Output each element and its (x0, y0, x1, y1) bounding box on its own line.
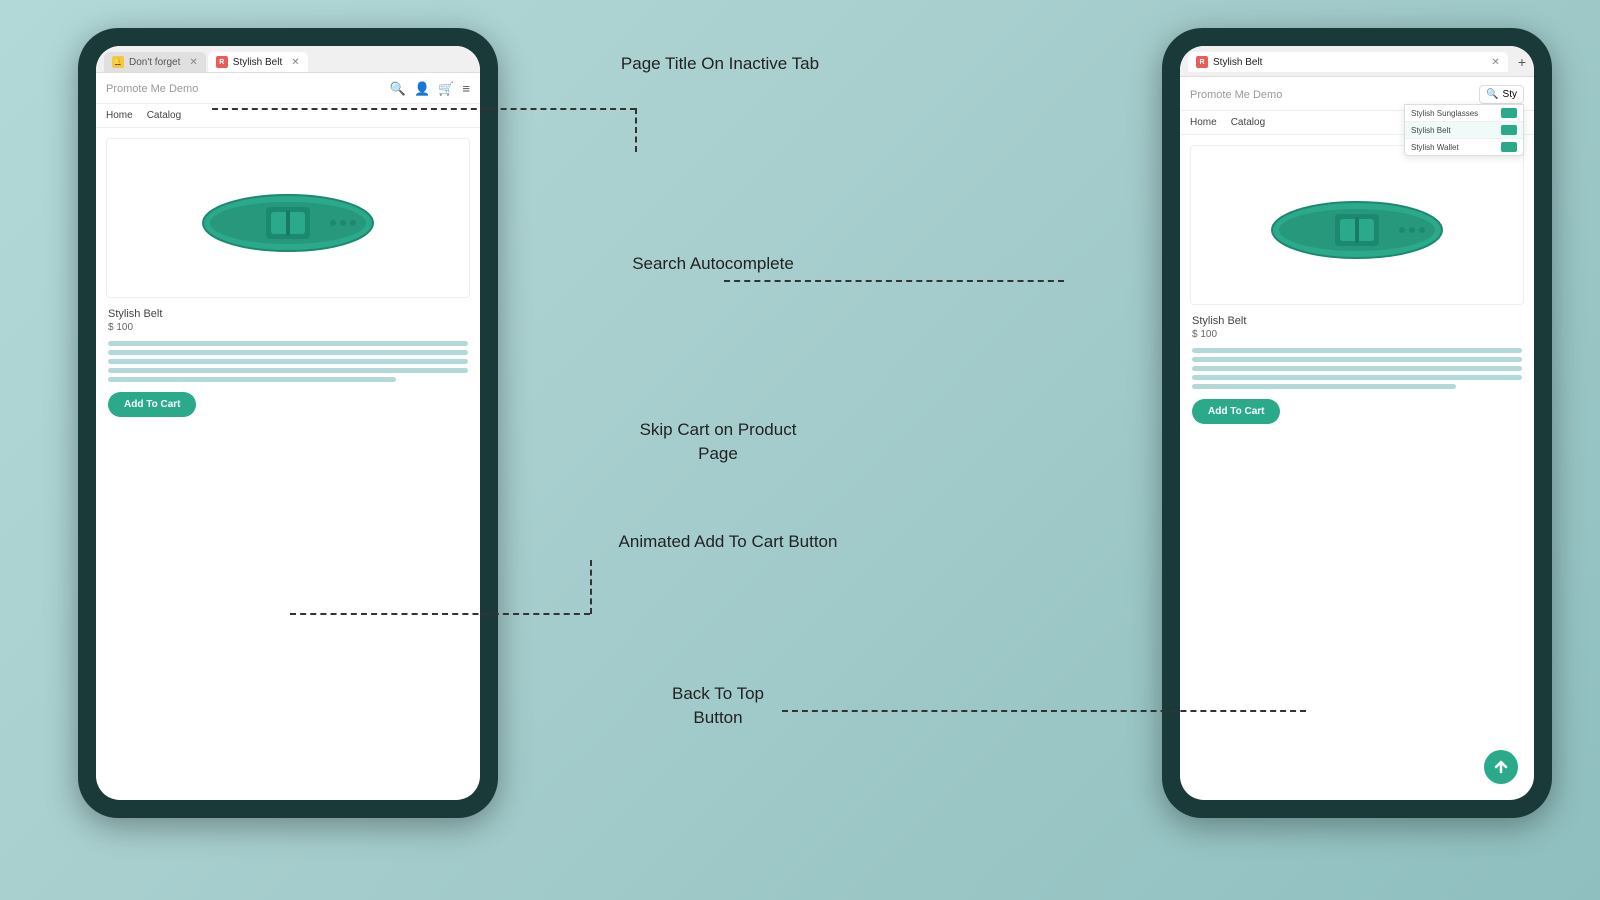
right-browser-bar: R Stylish Belt ✕ + (1180, 46, 1534, 77)
left-phone-screen: 🔔 Don't forget ✕ R Stylish Belt ✕ Promot… (96, 46, 480, 800)
left-product-price: $ 100 (108, 322, 468, 333)
left-browser-bar: 🔔 Don't forget ✕ R Stylish Belt ✕ (96, 46, 480, 73)
left-add-to-cart-button[interactable]: Add To Cart (108, 392, 196, 417)
dashed-line-page-title (212, 108, 636, 110)
right-desc-line-1 (1192, 348, 1522, 353)
new-tab-button[interactable]: + (1518, 54, 1526, 70)
annotation-animated-add: Animated Add To Cart Button (618, 530, 838, 554)
left-tab-dont-forget[interactable]: 🔔 Don't forget ✕ (104, 52, 206, 72)
right-desc-line-5 (1192, 384, 1456, 389)
annotation-back-to-top: Back To TopButton (618, 682, 818, 730)
right-site-header: Promote Me Demo 🔍 Sty Stylish Sunglasses… (1180, 77, 1534, 111)
right-nav-catalog[interactable]: Catalog (1231, 117, 1265, 128)
left-desc-line-5 (108, 377, 396, 382)
left-belt-image (188, 173, 388, 263)
search-suggestion-sunglasses[interactable]: Stylish Sunglasses (1405, 105, 1523, 122)
dashed-line-add-to-cart-v (590, 560, 592, 614)
left-desc-line-2 (108, 350, 468, 355)
dashed-line-page-title-v (635, 108, 637, 152)
search-suggestion-wallet[interactable]: Stylish Wallet (1405, 139, 1523, 155)
left-tab1-label: Don't forget (129, 57, 180, 68)
left-product-title: Stylish Belt (108, 308, 468, 320)
right-desc-line-2 (1192, 357, 1522, 362)
right-desc-line-3 (1192, 366, 1522, 371)
right-phone: R Stylish Belt ✕ + Promote Me Demo 🔍 Sty… (1162, 28, 1552, 818)
left-product-image-box (106, 138, 470, 298)
right-tab1-label: Stylish Belt (1213, 57, 1262, 68)
sunglass-thumb (1501, 108, 1517, 118)
right-desc-line-4 (1192, 375, 1522, 380)
annotation-skip-cart: Skip Cart on Product Page (618, 418, 818, 466)
left-tab1-close[interactable]: ✕ (185, 57, 197, 68)
left-desc-line-3 (108, 359, 468, 364)
right-site-logo: Promote Me Demo (1190, 89, 1282, 101)
right-tab1-close[interactable]: ✕ (1487, 57, 1499, 68)
belt-thumb (1501, 125, 1517, 135)
left-phone: 🔔 Don't forget ✕ R Stylish Belt ✕ Promot… (78, 28, 498, 818)
search-icon-sm: 🔍 (1486, 89, 1498, 100)
right-nav-home[interactable]: Home (1190, 117, 1217, 128)
search-current-value: Sty (1503, 89, 1517, 100)
arrow-up-icon (1492, 758, 1510, 776)
search-autocomplete-dropdown: Stylish Sunglasses Stylish Belt Stylish … (1404, 104, 1524, 156)
left-site-logo: Promote Me Demo (106, 83, 198, 95)
wallet-thumb (1501, 142, 1517, 152)
left-nav-home[interactable]: Home (106, 110, 133, 121)
left-tab2-icon: R (216, 56, 228, 68)
left-site-header: Promote Me Demo 🔍 👤 🛒 ≡ (96, 73, 480, 104)
right-desc-lines (1192, 348, 1522, 389)
right-search-bar: 🔍 Sty Stylish Sunglasses Stylish Belt St… (1479, 85, 1524, 104)
left-nav-catalog[interactable]: Catalog (147, 110, 181, 121)
left-tab2-close[interactable]: ✕ (287, 57, 299, 68)
right-product-title: Stylish Belt (1192, 315, 1522, 327)
annotation-search: Search Autocomplete (618, 252, 808, 276)
right-tabs-row: R Stylish Belt ✕ + (1188, 52, 1526, 76)
right-product-price: $ 100 (1192, 329, 1522, 340)
annotation-page-title: Page Title On Inactive Tab (620, 52, 820, 76)
left-tab-stylish-belt[interactable]: R Stylish Belt ✕ (208, 52, 308, 72)
left-tab1-icon: 🔔 (112, 56, 124, 68)
right-belt-image (1257, 180, 1457, 270)
right-add-to-cart-button[interactable]: Add To Cart (1192, 399, 1280, 424)
cart-icon[interactable]: 🛒 (438, 81, 454, 97)
left-desc-line-4 (108, 368, 468, 373)
right-tab1-icon: R (1196, 56, 1208, 68)
right-phone-screen: R Stylish Belt ✕ + Promote Me Demo 🔍 Sty… (1180, 46, 1534, 800)
right-product-image-box (1190, 145, 1524, 305)
back-to-top-button[interactable] (1484, 750, 1518, 784)
menu-icon[interactable]: ≡ (462, 81, 470, 97)
left-product-info: Stylish Belt $ 100 Add To Cart (96, 308, 480, 417)
right-product-info: Stylish Belt $ 100 Add To Cart (1180, 315, 1534, 424)
left-desc-line-1 (108, 341, 468, 346)
right-tab-stylish-belt[interactable]: R Stylish Belt ✕ (1188, 52, 1508, 72)
dashed-line-add-to-cart (290, 613, 590, 615)
search-suggestion-belt[interactable]: Stylish Belt (1405, 122, 1523, 139)
search-icon[interactable]: 🔍 (390, 81, 406, 97)
left-header-icons: 🔍 👤 🛒 ≡ (390, 81, 470, 97)
dashed-line-back-to-top (782, 710, 1306, 712)
dashed-line-search (724, 280, 1064, 282)
search-input-wrapper: 🔍 Sty (1479, 85, 1524, 104)
left-desc-lines (108, 341, 468, 382)
left-tabs-row: 🔔 Don't forget ✕ R Stylish Belt ✕ (104, 52, 472, 72)
left-tab2-label: Stylish Belt (233, 57, 282, 68)
user-icon[interactable]: 👤 (414, 81, 430, 97)
